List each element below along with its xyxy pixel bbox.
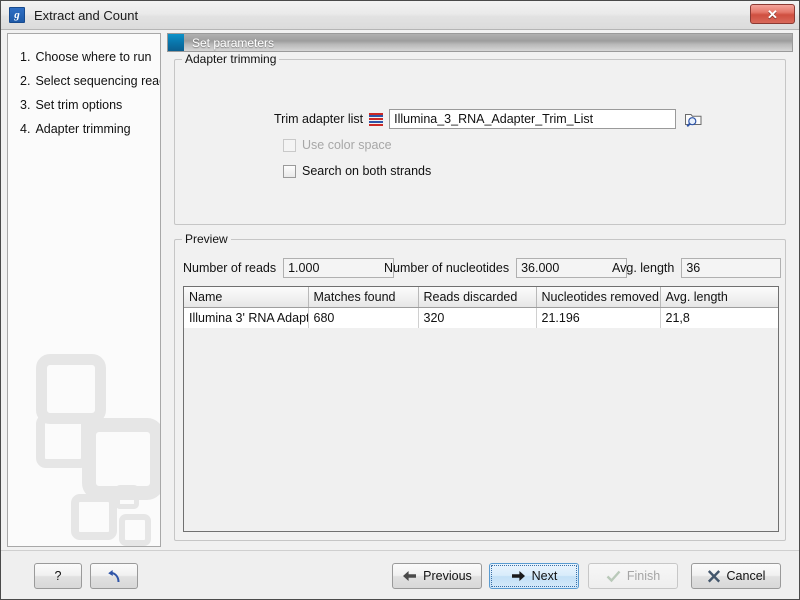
avg-length-label: Avg. length bbox=[612, 261, 675, 275]
number-of-nucleotides-value: 36.000 bbox=[516, 258, 628, 278]
number-of-reads-stat: Number of reads 1.000 bbox=[183, 258, 395, 278]
arrow-right-icon bbox=[511, 570, 526, 582]
undo-arrow-icon bbox=[106, 569, 122, 584]
step-label: Adapter trimming bbox=[35, 122, 131, 136]
use-color-space-checkbox bbox=[283, 138, 296, 152]
folder-search-icon[interactable] bbox=[682, 108, 704, 130]
cross-icon bbox=[707, 569, 721, 583]
help-button[interactable]: ? bbox=[34, 563, 82, 589]
window-title: Extract and Count bbox=[34, 7, 139, 23]
step-number: 4. bbox=[20, 122, 31, 136]
adapter-trimming-legend: Adapter trimming bbox=[182, 52, 280, 66]
clc-g-icon: g bbox=[9, 7, 25, 23]
column-header-nucleotides-removed[interactable]: Nucleotides removed bbox=[536, 287, 661, 308]
trim-adapter-list-input[interactable]: Illumina_3_RNA_Adapter_Trim_List bbox=[389, 109, 677, 129]
sidebar-item-set-trim-options[interactable]: 3. Set trim options bbox=[8, 93, 160, 117]
preview-group: Preview Number of reads 1.000 Number of … bbox=[174, 232, 786, 541]
search-both-strands-checkbox[interactable] bbox=[283, 164, 296, 178]
trim-list-icon bbox=[369, 112, 384, 126]
cell-reads-discarded: 320 bbox=[418, 307, 537, 328]
column-header-reads-discarded[interactable]: Reads discarded bbox=[418, 287, 537, 308]
column-header-avg-length[interactable]: Avg. length bbox=[660, 287, 778, 308]
avg-length-stat: Avg. length 36 bbox=[612, 258, 782, 278]
cell-avg-length: 21,8 bbox=[660, 307, 778, 328]
table-row[interactable]: Illumina 3' RNA Adapter 680 320 21.196 2… bbox=[184, 307, 778, 328]
close-button[interactable]: ✕ bbox=[750, 4, 795, 24]
step-number: 1. bbox=[20, 50, 31, 64]
avg-length-value: 36 bbox=[681, 258, 782, 278]
next-button[interactable]: Next bbox=[489, 563, 579, 589]
steps-list: 1. Choose where to run 2. Select sequenc… bbox=[8, 34, 160, 141]
number-of-reads-label: Number of reads bbox=[183, 261, 277, 275]
dialog-body: 1. Choose where to run 2. Select sequenc… bbox=[1, 30, 799, 550]
sidebar-item-choose-where-to-run[interactable]: 1. Choose where to run bbox=[8, 45, 160, 69]
cancel-label: Cancel bbox=[726, 569, 766, 583]
arrow-left-icon bbox=[402, 570, 417, 582]
column-header-matches-found[interactable]: Matches found bbox=[308, 287, 419, 308]
previous-label: Previous bbox=[423, 569, 472, 583]
dialog-window: g Extract and Count ✕ 1. Choose where to… bbox=[0, 0, 800, 600]
section-header-set-parameters: Set parameters bbox=[167, 33, 793, 52]
parameters-panel: Set parameters Adapter trimming Trim ada… bbox=[167, 33, 793, 547]
number-of-reads-value: 1.000 bbox=[283, 258, 395, 278]
step-label: Select sequencing reads bbox=[35, 74, 161, 88]
cell-name: Illumina 3' RNA Adapter bbox=[184, 307, 309, 328]
step-number: 3. bbox=[20, 98, 31, 112]
close-icon: ✕ bbox=[767, 6, 778, 22]
number-of-nucleotides-stat: Number of nucleotides 36.000 bbox=[384, 258, 628, 278]
watermark-logo bbox=[18, 346, 160, 546]
column-header-name[interactable]: Name bbox=[184, 287, 309, 308]
trim-adapter-list-label: Trim adapter list bbox=[274, 112, 364, 126]
sidebar-item-select-sequencing-reads[interactable]: 2. Select sequencing reads bbox=[8, 69, 160, 93]
search-both-strands-row[interactable]: Search on both strands bbox=[283, 164, 431, 178]
step-label: Choose where to run bbox=[35, 50, 152, 64]
previous-button[interactable]: Previous bbox=[392, 563, 482, 589]
wizard-steps-sidebar: 1. Choose where to run 2. Select sequenc… bbox=[7, 33, 161, 547]
finish-label: Finish bbox=[626, 569, 661, 583]
table-header-row: Name Matches found Reads discarded Nucle… bbox=[184, 287, 778, 308]
search-both-strands-label: Search on both strands bbox=[302, 164, 432, 178]
number-of-nucleotides-label: Number of nucleotides bbox=[384, 261, 510, 275]
preview-legend: Preview bbox=[182, 232, 231, 246]
check-icon bbox=[606, 570, 621, 583]
cell-nucleotides-removed: 21.196 bbox=[536, 307, 661, 328]
adapter-trimming-group: Adapter trimming Trim adapter list Illum… bbox=[174, 52, 786, 225]
cancel-button[interactable]: Cancel bbox=[691, 563, 781, 589]
sidebar-item-adapter-trimming[interactable]: 4. Adapter trimming bbox=[8, 117, 160, 141]
preview-table[interactable]: Name Matches found Reads discarded Nucle… bbox=[183, 286, 779, 532]
use-color-space-row: Use color space bbox=[283, 138, 392, 152]
section-accent-square bbox=[168, 34, 184, 51]
trim-adapter-list-row: Trim adapter list Illumina_3_RNA_Adapter… bbox=[274, 108, 704, 130]
cell-matches-found: 680 bbox=[308, 307, 419, 328]
section-header-label: Set parameters bbox=[192, 35, 275, 50]
step-label: Set trim options bbox=[35, 98, 123, 112]
finish-button: Finish bbox=[588, 563, 678, 589]
next-label: Next bbox=[531, 569, 558, 583]
use-color-space-label: Use color space bbox=[302, 138, 392, 152]
reset-button[interactable] bbox=[90, 563, 138, 589]
title-bar: g Extract and Count ✕ bbox=[1, 1, 799, 30]
dialog-footer: ? Previous Next Finish Cancel bbox=[1, 550, 799, 599]
help-label: ? bbox=[54, 569, 62, 583]
step-number: 2. bbox=[20, 74, 31, 88]
